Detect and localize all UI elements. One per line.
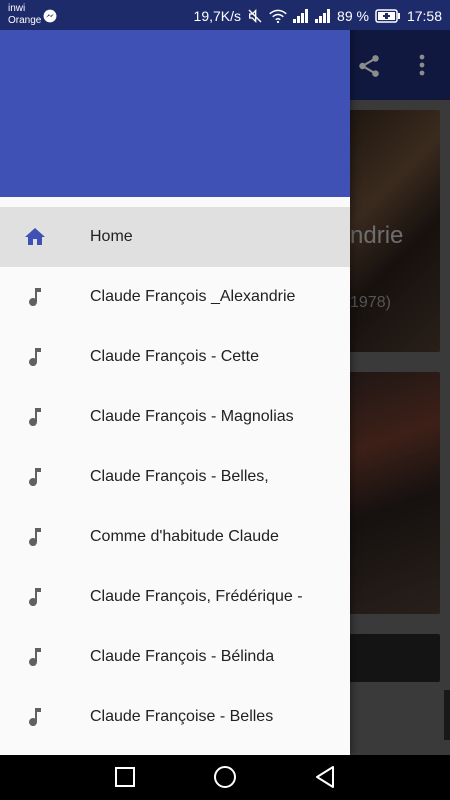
- drawer-item-label: Claude François, Frédérique -: [90, 588, 303, 605]
- drawer-item-label: Claude François - Belles,: [90, 468, 269, 485]
- drawer-item-label: Claude Françoise - Belles: [90, 708, 274, 725]
- music-note-icon: [29, 528, 41, 547]
- battery-charging-icon: [375, 9, 400, 23]
- music-note-icon: [29, 648, 41, 667]
- signal-icon: [293, 9, 309, 23]
- navigation-drawer: Home Claude François _Alexandrie Claude …: [0, 0, 350, 755]
- music-note-icon: [29, 408, 41, 427]
- music-note-icon: [29, 708, 41, 727]
- drawer-item-label: Home: [90, 228, 133, 245]
- back-triangle-icon[interactable]: [314, 765, 336, 789]
- music-note-icon: [29, 468, 41, 487]
- home-circle-icon[interactable]: [213, 765, 237, 789]
- drawer-item-label: Claude François _Alexandrie: [90, 288, 296, 305]
- messenger-icon: [43, 9, 57, 23]
- mute-icon: [248, 9, 262, 23]
- drawer-item-label: Claude François - Cette: [90, 348, 259, 365]
- drawer-menu: Home Claude François _Alexandrie Claude …: [0, 207, 350, 747]
- recents-square-icon[interactable]: [114, 766, 136, 788]
- home-icon: [25, 228, 45, 245]
- music-note-icon: [29, 288, 41, 307]
- drawer-item-home[interactable]: Home: [0, 207, 350, 267]
- network-speed: 19,7K/s: [193, 8, 242, 24]
- drawer-item-label: Comme d'habitude Claude: [90, 528, 279, 545]
- drawer-item-label: Claude François - Magnolias: [90, 408, 294, 425]
- signal-icon: [315, 9, 331, 23]
- wifi-icon: [269, 9, 287, 23]
- drawer-header: [0, 30, 350, 197]
- drawer-item-song[interactable]: Claude François - Cette: [0, 327, 350, 387]
- drawer-item-song[interactable]: Claude François _Alexandrie: [0, 267, 350, 327]
- music-note-icon: [29, 348, 41, 367]
- drawer-item-song[interactable]: Claude François, Frédérique -: [0, 567, 350, 627]
- carrier-label: inwi Orange: [8, 3, 41, 27]
- music-note-icon: [29, 588, 41, 607]
- drawer-item-song[interactable]: Claude Françoise - Belles: [0, 687, 350, 747]
- battery-percent: 89 %: [337, 8, 369, 24]
- system-nav-bar: [0, 755, 450, 800]
- clock: 17:58: [406, 8, 442, 24]
- drawer-item-song[interactable]: Claude François - Magnolias: [0, 387, 350, 447]
- drawer-item-label: Claude François - Bélinda: [90, 648, 275, 665]
- drawer-item-song[interactable]: Comme d'habitude Claude: [0, 507, 350, 567]
- drawer-item-song[interactable]: Claude François - Belles,: [0, 447, 350, 507]
- carrier-line-1: inwi: [8, 3, 26, 14]
- status-bar: inwi Orange 19,7K/s 89 % 17:58: [0, 0, 450, 30]
- drawer-item-song[interactable]: Claude François - Bélinda: [0, 627, 350, 687]
- carrier-line-2: Orange: [8, 15, 42, 26]
